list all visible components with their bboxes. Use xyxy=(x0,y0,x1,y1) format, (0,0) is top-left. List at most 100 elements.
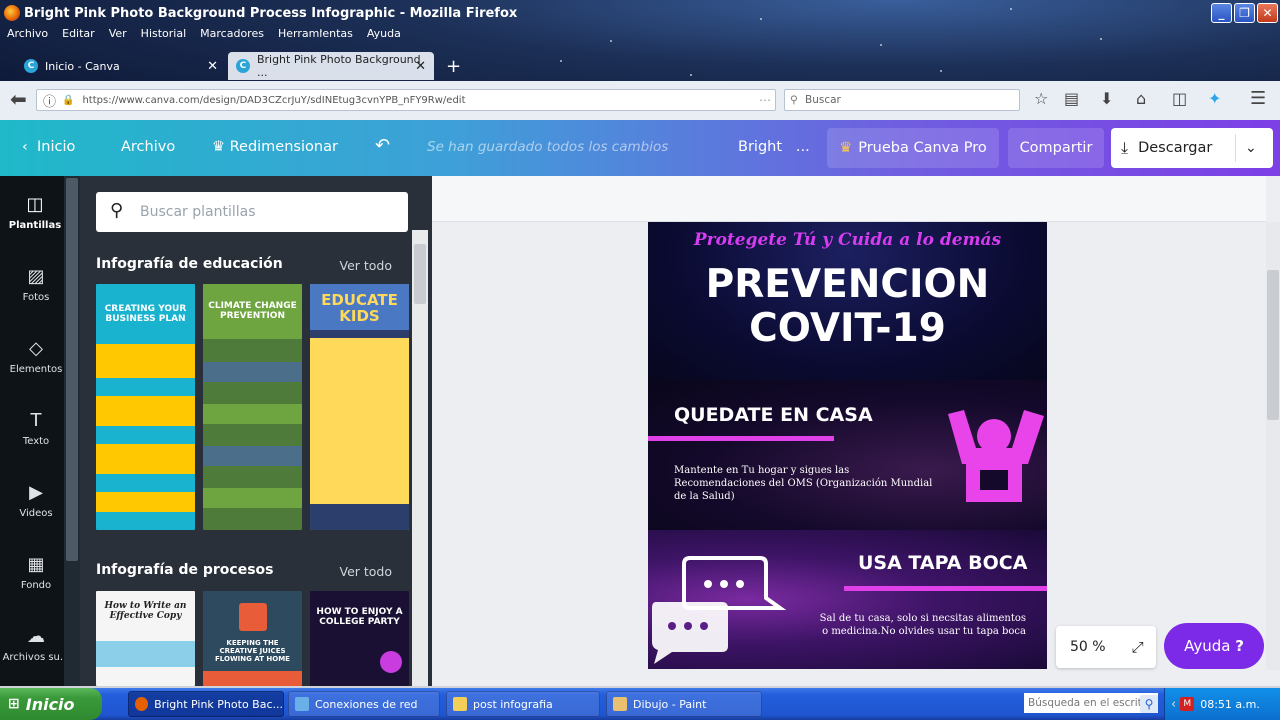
section-body: Mantente en Tu hogar y sigues las Recome… xyxy=(674,465,933,502)
background-icon: ▦ xyxy=(27,554,45,575)
new-tab-button[interactable]: + xyxy=(440,52,468,80)
section-use-mask: USA TAPA BOCA Sal de tu casa, solo si ne… xyxy=(648,530,1047,669)
taskbar: ⊞ Inicio Bright Pink Photo Bac... Conexi… xyxy=(0,688,1280,720)
file-menu[interactable]: Archivo xyxy=(121,139,175,155)
home-link[interactable]: ‹ Inicio xyxy=(22,139,75,155)
page-action-icon[interactable]: ⋯ xyxy=(759,93,771,107)
design-name[interactable]: Bright ... xyxy=(738,139,810,155)
menu-ayuda[interactable]: Ayuda xyxy=(360,27,408,45)
rail-item-elements[interactable]: ◇ Elementos xyxy=(0,338,72,375)
section-stay-home: QUEDATE EN CASA Mantente en Tu hogar y s… xyxy=(648,380,1047,530)
template-search-input[interactable]: ⚲ Buscar plantillas xyxy=(96,192,408,232)
url-text: https://www.canva.com/design/DAD3CZcrJuY… xyxy=(82,94,466,106)
minimize-button[interactable]: _ xyxy=(1211,3,1232,23)
help-button[interactable]: Ayuda ? xyxy=(1164,623,1264,669)
menu-hamburger-icon[interactable]: ☰ xyxy=(1250,88,1266,109)
close-tab-icon[interactable]: ✕ xyxy=(207,59,218,74)
template-title: How to Write an Effective Copy xyxy=(104,601,187,621)
firefox-icon xyxy=(135,697,149,711)
menu-ver[interactable]: Ver xyxy=(102,27,134,45)
info-icon[interactable]: ⓘ xyxy=(43,91,56,110)
rail-item-templates[interactable]: ◫ Plantillas xyxy=(0,194,70,231)
undo-icon[interactable]: ↶ xyxy=(375,135,390,156)
firefox-window: Bright Pink Photo Background Process Inf… xyxy=(0,0,1280,720)
rail-item-background[interactable]: ▦ Fondo xyxy=(0,554,72,591)
template-creative-juices[interactable]: KEEPING THE CREATIVE JUICES FLOWING AT H… xyxy=(203,591,302,686)
chat-bubbles-icon xyxy=(652,556,787,664)
menu-marcadores[interactable]: Marcadores xyxy=(193,27,271,45)
rail-item-photos[interactable]: ▨ Fotos xyxy=(0,266,72,303)
menu-herramientas[interactable]: Herramientas xyxy=(271,27,360,45)
antivirus-icon[interactable]: M xyxy=(1180,697,1195,711)
start-label: Inicio xyxy=(25,694,75,714)
template-business-plan[interactable]: CREATING YOUR BUSINESS PLAN xyxy=(96,284,195,530)
template-college-party[interactable]: HOW TO ENJOY A COLLEGE PARTY xyxy=(310,591,409,686)
template-effective-copy[interactable]: How to Write an Effective Copy xyxy=(96,591,195,686)
taskbar-item-network[interactable]: Conexiones de red xyxy=(288,691,440,717)
canvas-scrollbar-thumb[interactable] xyxy=(1267,270,1279,420)
panel-scrollbar-thumb[interactable] xyxy=(414,244,426,304)
person-arms-up-icon xyxy=(948,410,1044,502)
start-button[interactable]: ⊞ Inicio xyxy=(0,688,102,720)
videos-icon: ▶ xyxy=(29,482,43,503)
share-button[interactable]: Compartir xyxy=(1008,128,1104,168)
bookmark-star-icon[interactable]: ☆ xyxy=(1034,89,1048,108)
tab-bright-pink[interactable]: C Bright Pink Photo Background ... ✕ xyxy=(228,52,434,80)
extension-icon[interactable]: ✦ xyxy=(1208,89,1221,108)
menu-historial[interactable]: Historial xyxy=(134,27,193,45)
reading-list-icon[interactable]: ▤ xyxy=(1064,89,1079,108)
resize-label: Redimensionar xyxy=(229,139,338,155)
infographic-page[interactable]: Protegete Tú y Cuida a lo demás PREVENCI… xyxy=(648,222,1047,669)
see-all-education[interactable]: Ver todo xyxy=(339,258,392,273)
rail-scrollbar-thumb[interactable] xyxy=(66,178,78,561)
download-button[interactable]: ⤓ Descargar ⌄ xyxy=(1111,128,1273,168)
search-placeholder: Buscar xyxy=(805,94,841,106)
tab-label: Bright Pink Photo Background ... xyxy=(256,53,421,79)
rail-item-videos[interactable]: ▶ Videos xyxy=(0,482,72,519)
fullscreen-icon[interactable]: ⤢ xyxy=(1132,638,1144,656)
search-field[interactable]: ⚲ Buscar xyxy=(784,89,1020,111)
zoom-control[interactable]: 50 % ⤢ xyxy=(1056,626,1156,668)
try-pro-label: Prueba Canva Pro xyxy=(858,140,987,156)
taskbar-item-firefox[interactable]: Bright Pink Photo Bac... xyxy=(128,691,284,717)
pocket-icon[interactable]: ◫ xyxy=(1172,89,1187,108)
taskbar-label: Dibujo - Paint xyxy=(633,697,707,711)
canvas-top-strip xyxy=(432,176,1266,222)
chevron-down-icon[interactable]: ⌄ xyxy=(1245,140,1257,156)
photos-icon: ▨ xyxy=(27,266,45,287)
tab-inicio-canva[interactable]: C Inicio - Canva ✕ xyxy=(16,52,226,80)
template-educate-kids[interactable]: EDUCATE KIDS xyxy=(310,284,409,530)
tray-expand-icon[interactable]: ‹ xyxy=(1171,697,1176,712)
infographic-header: Protegete Tú y Cuida a lo demás PREVENCI… xyxy=(648,222,1047,380)
network-icon xyxy=(295,697,309,711)
rail-item-uploads[interactable]: ☁ Archivos su... xyxy=(0,626,72,663)
maximize-button[interactable]: ❐ xyxy=(1234,3,1255,23)
url-bar[interactable]: ⓘ 🔒 https://www.canva.com/design/DAD3CZc… xyxy=(36,89,797,111)
template-climate-change[interactable]: CLIMATE CHANGE PREVENTION xyxy=(203,284,302,530)
home-icon[interactable]: ⌂ xyxy=(1136,89,1146,108)
menu-archivo[interactable]: Archivo xyxy=(0,27,55,45)
uploads-icon: ☁ xyxy=(27,626,45,647)
window-title: Bright Pink Photo Background Process Inf… xyxy=(24,5,518,21)
section-heading: QUEDATE EN CASA xyxy=(674,404,873,426)
see-all-process[interactable]: Ver todo xyxy=(339,564,392,579)
search-go-icon[interactable]: ⚲ xyxy=(1140,695,1158,713)
rail-item-text[interactable]: T Texto xyxy=(0,410,72,447)
close-tab-icon[interactable]: ✕ xyxy=(415,59,426,74)
templates-panel: ⚲ Buscar plantillas Infografía de educac… xyxy=(80,176,432,686)
try-pro-button[interactable]: ♛ Prueba Canva Pro xyxy=(827,128,999,168)
taskbar-item-paint[interactable]: Dibujo - Paint xyxy=(606,691,762,717)
menu-editar[interactable]: Editar xyxy=(55,27,102,45)
desktop-search-input[interactable]: Búsqueda en el escrit xyxy=(1024,693,1158,713)
search-placeholder: Búsqueda en el escrit xyxy=(1028,697,1142,709)
system-tray: ‹ M 08:51 a.m. xyxy=(1164,688,1280,720)
design-name-ellipsis: ... xyxy=(795,139,810,155)
template-title: CREATING YOUR BUSINESS PLAN xyxy=(104,304,187,324)
downloads-icon[interactable]: ⬇ xyxy=(1100,89,1113,108)
save-status: Se han guardado todos los cambios xyxy=(427,139,669,155)
taskbar-item-folder[interactable]: post infografia xyxy=(446,691,600,717)
close-window-button[interactable]: ✕ xyxy=(1257,3,1278,23)
resize-button[interactable]: ♛ Redimensionar xyxy=(212,139,338,155)
section-title-process: Infografía de procesos xyxy=(96,562,274,578)
back-icon[interactable]: ⬅ xyxy=(10,87,27,111)
